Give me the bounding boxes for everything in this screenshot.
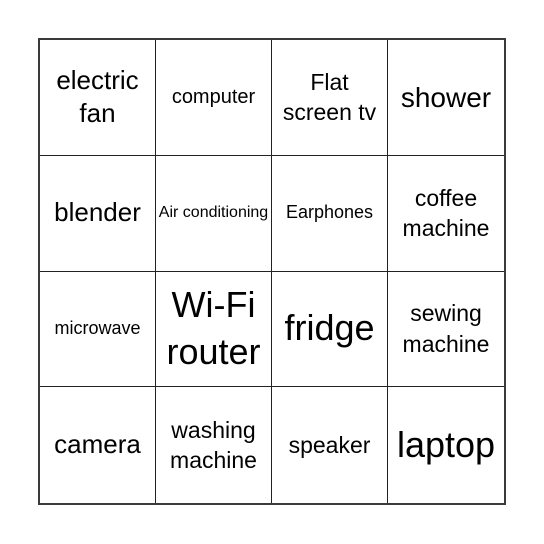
bingo-cell[interactable]: Air conditioning [156,155,272,272]
bingo-cell[interactable]: blender [40,155,156,272]
bingo-cell[interactable]: shower [388,40,504,156]
bingo-cell-label: camera [54,429,141,460]
bingo-cell-label: Wi-Fi router [166,284,261,372]
bingo-cell-label: electric fan [56,64,139,129]
bingo-cell-label: computer [171,86,256,109]
bingo-cell[interactable]: speaker [272,387,388,503]
bingo-cell-label: microwave [54,318,141,339]
bingo-cell-label: washing machine [170,416,257,474]
bingo-card: electric fan computer Flat screen tv shower… [38,38,506,505]
bingo-cell[interactable]: computer [156,40,272,156]
bingo-cell-label: speaker [288,431,371,458]
bingo-cell[interactable]: Earphones [272,155,388,272]
bingo-cell[interactable]: Flat screen tv [272,40,388,156]
bingo-cell[interactable]: fridge [272,271,388,388]
bingo-cell-label: Earphones [285,202,374,223]
bingo-cell-label: laptop [396,423,496,465]
bingo-cell[interactable]: coffee machine [388,156,504,272]
bingo-cell-label: Flat screen tv [282,68,377,126]
bingo-cell-label: Air conditioning [158,203,269,221]
bingo-cell-label: blender [54,197,141,228]
bingo-cell[interactable]: microwave [40,271,156,388]
bingo-cell[interactable]: Wi-Fi router [156,271,272,388]
bingo-cell[interactable]: laptop [388,387,504,503]
bingo-cell[interactable]: camera [40,387,156,503]
bingo-cell-label: shower [400,81,492,113]
bingo-cell[interactable]: electric fan [40,40,156,156]
bingo-cell[interactable]: sewing machine [388,272,504,388]
bingo-cell-label: coffee machine [402,184,490,242]
bingo-cell-label: fridge [284,307,375,349]
bingo-cell-label: sewing machine [402,300,490,357]
bingo-cell[interactable]: washing machine [156,387,272,503]
